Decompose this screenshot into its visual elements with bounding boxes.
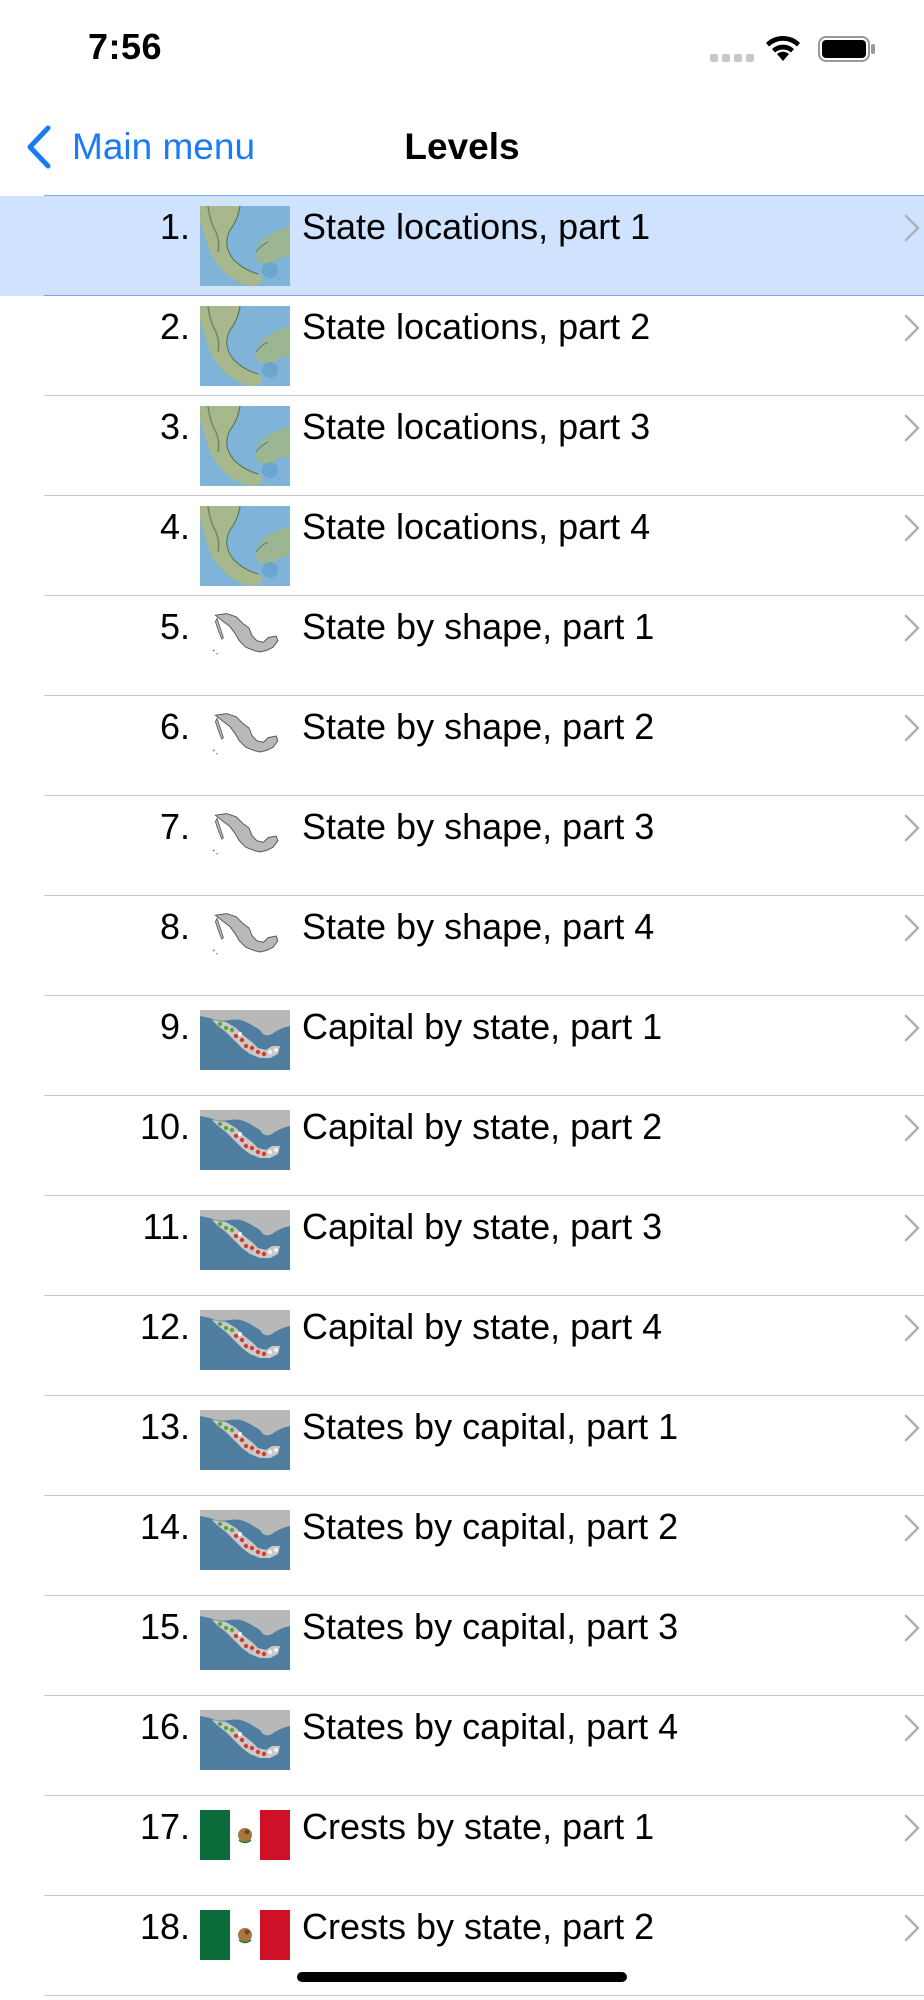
levels-list: 1. State locations, part 1 2. State locat… <box>0 195 924 1996</box>
level-title: Capital by state, part 3 <box>302 1206 663 1247</box>
level-row[interactable]: 10. Capital by state, part 2 <box>0 1096 924 1196</box>
shape-map-thumbnail <box>200 604 290 668</box>
level-number: 13. <box>139 1406 190 1447</box>
page-title: Levels <box>404 126 520 167</box>
capitals-map-thumbnail <box>200 1410 290 1470</box>
level-number: 2. <box>159 306 190 347</box>
chevron-right-icon <box>904 1714 920 1742</box>
chevron-right-icon <box>904 1014 920 1042</box>
level-row[interactable]: 4. State locations, part 4 <box>0 496 924 596</box>
level-row[interactable]: 13. States by capital, part 1 <box>0 1396 924 1496</box>
capitals-map-thumbnail <box>200 1510 290 1570</box>
level-row[interactable]: 12. Capital by state, part 4 <box>0 1296 924 1396</box>
status-time: 7:56 <box>88 26 163 67</box>
level-title: Capital by state, part 1 <box>302 1006 663 1047</box>
level-title: Crests by state, part 2 <box>302 1906 655 1947</box>
shape-map-thumbnail <box>200 704 290 768</box>
level-row[interactable]: 5. State by shape, part 1 <box>0 596 924 696</box>
chevron-right-icon <box>904 1514 920 1542</box>
wifi-icon <box>766 35 800 61</box>
level-row[interactable]: 1. State locations, part 1 <box>0 195 924 296</box>
chevron-right-icon <box>904 514 920 542</box>
level-number: 3. <box>159 406 190 447</box>
level-title: State locations, part 1 <box>302 206 651 247</box>
capitals-map-thumbnail <box>200 1010 290 1070</box>
level-row[interactable]: 8. State by shape, part 4 <box>0 896 924 996</box>
chevron-right-icon <box>904 1314 920 1342</box>
chevron-right-icon <box>904 814 920 842</box>
mexico-flag-thumbnail <box>200 1910 290 1960</box>
level-number: 8. <box>159 906 190 947</box>
level-number: 5. <box>159 606 190 647</box>
level-number: 4. <box>159 506 190 547</box>
chevron-right-icon <box>904 414 920 442</box>
status-bar: 7:56 <box>0 0 924 100</box>
level-number: 14. <box>139 1506 190 1547</box>
navigation-bar: Main menu Levels <box>0 100 924 197</box>
home-indicator <box>297 1972 627 1982</box>
level-title: Capital by state, part 4 <box>302 1306 663 1347</box>
level-title: State locations, part 4 <box>302 506 651 547</box>
level-number: 18. <box>139 1906 190 1947</box>
level-title: States by capital, part 3 <box>302 1606 679 1647</box>
level-number: 16. <box>139 1706 190 1747</box>
chevron-right-icon <box>904 914 920 942</box>
level-title: States by capital, part 2 <box>302 1506 679 1547</box>
chevron-right-icon <box>904 614 920 642</box>
level-number: 7. <box>159 806 190 847</box>
level-number: 6. <box>159 706 190 747</box>
level-number: 11. <box>142 1206 190 1247</box>
chevron-right-icon <box>904 1914 920 1942</box>
shape-map-thumbnail <box>200 904 290 968</box>
chevron-right-icon <box>904 1614 920 1642</box>
terrain-map-thumbnail <box>200 406 290 486</box>
level-number: 15. <box>139 1606 190 1647</box>
shape-map-thumbnail <box>200 804 290 868</box>
chevron-right-icon <box>904 1414 920 1442</box>
level-title: State by shape, part 1 <box>302 606 655 647</box>
level-number: 12. <box>139 1306 190 1347</box>
chevron-right-icon <box>904 314 920 342</box>
capitals-map-thumbnail <box>200 1710 290 1770</box>
level-row[interactable]: 3. State locations, part 3 <box>0 396 924 496</box>
chevron-right-icon <box>904 1214 920 1242</box>
chevron-right-icon <box>904 214 920 242</box>
level-title: State by shape, part 2 <box>302 706 655 747</box>
cellular-signal-icon <box>710 54 754 62</box>
level-row[interactable]: 17. Crests by state, part 1 <box>0 1796 924 1896</box>
level-title: State by shape, part 4 <box>302 906 655 947</box>
level-title: States by capital, part 4 <box>302 1706 679 1747</box>
level-title: Crests by state, part 1 <box>302 1806 655 1847</box>
chevron-right-icon <box>904 1114 920 1142</box>
level-number: 1. <box>159 206 190 247</box>
level-title: State by shape, part 3 <box>302 806 655 847</box>
chevron-right-icon <box>904 1814 920 1842</box>
level-row[interactable]: 7. State by shape, part 3 <box>0 796 924 896</box>
battery-icon <box>818 36 875 62</box>
terrain-map-thumbnail <box>200 206 290 286</box>
chevron-right-icon <box>904 714 920 742</box>
level-number: 10. <box>139 1106 190 1147</box>
level-title: State locations, part 2 <box>302 306 651 347</box>
level-row[interactable]: 15. States by capital, part 3 <box>0 1596 924 1696</box>
terrain-map-thumbnail <box>200 506 290 586</box>
capitals-map-thumbnail <box>200 1210 290 1270</box>
level-row[interactable]: 14. States by capital, part 2 <box>0 1496 924 1596</box>
level-row[interactable]: 2. State locations, part 2 <box>0 296 924 396</box>
level-title: State locations, part 3 <box>302 406 651 447</box>
level-title: States by capital, part 1 <box>302 1406 679 1447</box>
level-row[interactable]: 16. States by capital, part 4 <box>0 1696 924 1796</box>
level-title: Capital by state, part 2 <box>302 1106 663 1147</box>
terrain-map-thumbnail <box>200 306 290 386</box>
capitals-map-thumbnail <box>200 1110 290 1170</box>
level-number: 9. <box>159 1006 190 1047</box>
capitals-map-thumbnail <box>200 1610 290 1670</box>
level-number: 17. <box>139 1806 190 1847</box>
mexico-flag-thumbnail <box>200 1810 290 1860</box>
level-row[interactable]: 11. Capital by state, part 3 <box>0 1196 924 1296</box>
level-row[interactable]: 6. State by shape, part 2 <box>0 696 924 796</box>
capitals-map-thumbnail <box>200 1310 290 1370</box>
level-row[interactable]: 9. Capital by state, part 1 <box>0 996 924 1096</box>
